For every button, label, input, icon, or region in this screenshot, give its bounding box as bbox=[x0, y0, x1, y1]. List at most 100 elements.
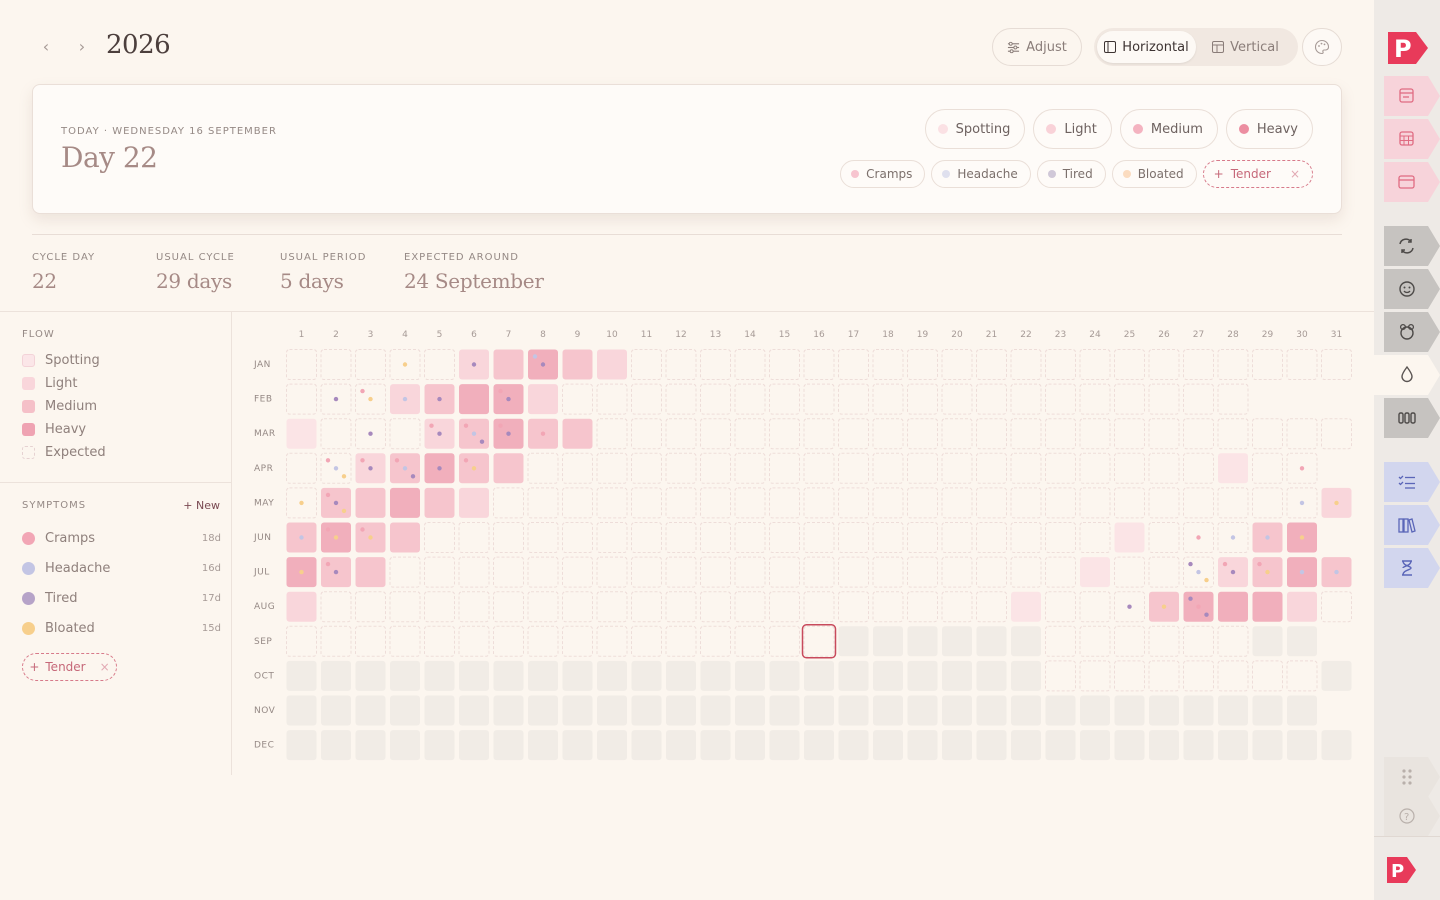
day-cell[interactable] bbox=[1252, 660, 1283, 692]
day-cell[interactable] bbox=[1218, 695, 1248, 726]
day-cell[interactable] bbox=[907, 487, 938, 519]
day-cell[interactable] bbox=[941, 487, 973, 519]
day-cell[interactable] bbox=[734, 556, 766, 588]
day-cell[interactable] bbox=[803, 487, 835, 519]
day-cell[interactable] bbox=[1114, 349, 1145, 380]
day-cell[interactable] bbox=[1252, 487, 1283, 519]
day-cell[interactable] bbox=[1114, 625, 1145, 657]
day-cell[interactable] bbox=[1045, 591, 1076, 623]
day-cell[interactable] bbox=[1079, 522, 1111, 553]
day-cell[interactable] bbox=[1321, 418, 1352, 450]
day-cell[interactable] bbox=[976, 383, 1007, 415]
day-cell[interactable] bbox=[803, 625, 835, 657]
day-cell[interactable] bbox=[1252, 695, 1283, 726]
day-cell[interactable] bbox=[907, 418, 938, 450]
day-cell[interactable] bbox=[735, 660, 765, 691]
day-cell[interactable] bbox=[700, 695, 731, 726]
day-cell[interactable] bbox=[1114, 452, 1145, 484]
day-cell[interactable] bbox=[666, 730, 696, 761]
day-cell[interactable] bbox=[458, 591, 490, 623]
day-cell[interactable] bbox=[1079, 383, 1111, 415]
day-cell[interactable] bbox=[838, 695, 869, 726]
day-cell[interactable] bbox=[1218, 730, 1248, 761]
day-cell[interactable] bbox=[838, 660, 869, 691]
day-cell[interactable] bbox=[665, 452, 697, 484]
day-cell[interactable] bbox=[700, 383, 731, 415]
day-cell[interactable] bbox=[597, 349, 627, 380]
day-cell[interactable] bbox=[459, 660, 489, 691]
day-cell[interactable] bbox=[321, 660, 351, 691]
day-cell[interactable] bbox=[355, 730, 386, 761]
day-cell[interactable] bbox=[459, 730, 489, 761]
day-cell[interactable] bbox=[389, 556, 421, 588]
day-cell[interactable] bbox=[838, 487, 869, 519]
day-cell[interactable] bbox=[528, 384, 558, 415]
day-cell[interactable] bbox=[804, 660, 834, 691]
day-cell[interactable] bbox=[355, 625, 386, 657]
day-cell[interactable] bbox=[1079, 349, 1111, 380]
day-cell[interactable] bbox=[1079, 487, 1111, 519]
day-cell[interactable] bbox=[1183, 383, 1214, 415]
day-cell[interactable] bbox=[735, 730, 765, 761]
day-cell[interactable] bbox=[907, 452, 938, 484]
day-cell[interactable] bbox=[700, 660, 731, 691]
day-cell[interactable] bbox=[1252, 349, 1283, 380]
day-cell[interactable] bbox=[528, 730, 558, 761]
day-cell[interactable] bbox=[1010, 522, 1042, 553]
day-cell[interactable] bbox=[1286, 660, 1318, 692]
rail-tab-cycle[interactable] bbox=[1384, 226, 1440, 266]
day-cell[interactable] bbox=[941, 383, 973, 415]
day-cell[interactable] bbox=[1183, 695, 1214, 726]
day-cell[interactable] bbox=[459, 695, 489, 726]
day-cell[interactable] bbox=[424, 522, 455, 553]
day-cell[interactable] bbox=[804, 695, 834, 726]
day-cell[interactable] bbox=[803, 452, 835, 484]
day-cell[interactable] bbox=[424, 660, 455, 691]
day-cell[interactable] bbox=[803, 349, 835, 380]
day-cell[interactable] bbox=[976, 487, 1007, 519]
day-cell[interactable] bbox=[631, 383, 662, 415]
day-cell[interactable] bbox=[666, 695, 696, 726]
day-cell[interactable] bbox=[286, 349, 317, 380]
day-cell[interactable] bbox=[1114, 487, 1145, 519]
day-cell[interactable] bbox=[838, 418, 869, 450]
day-cell[interactable] bbox=[838, 591, 869, 623]
day-cell[interactable] bbox=[838, 522, 869, 553]
day-cell[interactable] bbox=[769, 625, 800, 657]
day-cell[interactable] bbox=[1045, 660, 1076, 692]
day-cell[interactable] bbox=[596, 383, 628, 415]
day-cell[interactable] bbox=[493, 625, 524, 657]
day-cell[interactable] bbox=[1080, 695, 1110, 726]
day-cell[interactable] bbox=[976, 418, 1007, 450]
rail-tab-calendar-grid[interactable] bbox=[1384, 119, 1440, 159]
day-cell[interactable] bbox=[562, 625, 593, 657]
day-cell[interactable] bbox=[1148, 625, 1180, 657]
day-cell[interactable] bbox=[1011, 695, 1041, 726]
help-button[interactable]: ? bbox=[1384, 796, 1440, 836]
day-cell[interactable] bbox=[1252, 626, 1283, 657]
day-cell[interactable] bbox=[734, 625, 766, 657]
day-cell[interactable] bbox=[1045, 383, 1076, 415]
day-cell[interactable] bbox=[1045, 730, 1076, 761]
day-cell[interactable] bbox=[1183, 349, 1214, 380]
day-cell[interactable] bbox=[390, 730, 420, 761]
day-cell[interactable] bbox=[1045, 349, 1076, 380]
day-cell[interactable] bbox=[734, 383, 766, 415]
day-cell[interactable] bbox=[700, 349, 731, 380]
day-cell[interactable] bbox=[1217, 487, 1249, 519]
day-cell[interactable] bbox=[1080, 730, 1110, 761]
day-cell[interactable] bbox=[597, 695, 627, 726]
day-cell[interactable] bbox=[1183, 487, 1214, 519]
day-cell[interactable] bbox=[769, 660, 800, 691]
day-cell[interactable] bbox=[872, 522, 904, 553]
day-cell[interactable] bbox=[1286, 349, 1318, 380]
day-cell[interactable] bbox=[976, 626, 1007, 657]
day-cell[interactable] bbox=[838, 349, 869, 380]
day-cell[interactable] bbox=[562, 418, 593, 449]
day-cell[interactable] bbox=[942, 695, 972, 726]
day-cell[interactable] bbox=[700, 591, 731, 623]
day-cell[interactable] bbox=[1011, 591, 1041, 622]
day-cell[interactable] bbox=[1148, 418, 1180, 450]
day-cell[interactable] bbox=[1079, 625, 1111, 657]
day-cell[interactable] bbox=[355, 487, 386, 518]
